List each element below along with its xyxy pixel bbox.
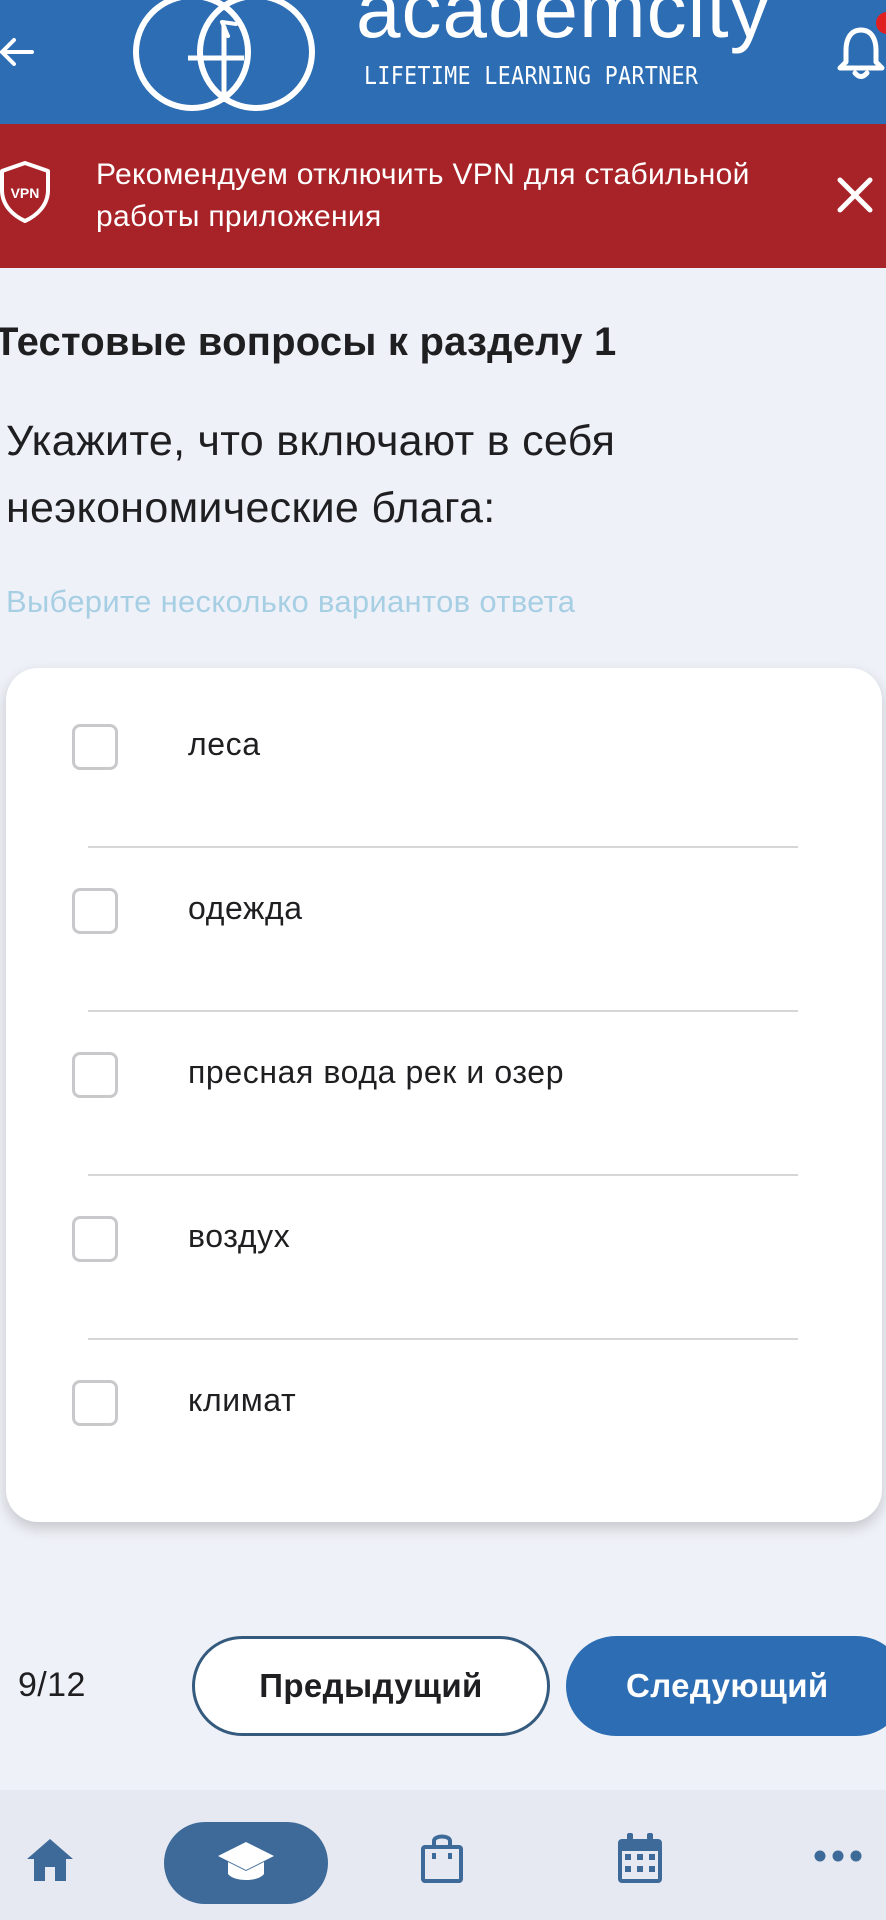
next-button[interactable]: Следующий	[566, 1636, 886, 1736]
back-arrow-icon	[0, 38, 34, 66]
question-text: Укажите, что включают в себя неэкономиче…	[6, 417, 616, 532]
graduation-cap-icon	[218, 1842, 274, 1880]
home-icon	[27, 1839, 73, 1881]
answer-option[interactable]: пресная вода рек и озер	[6, 996, 882, 1160]
bottom-navigation	[0, 1790, 886, 1920]
calendar-icon	[618, 1833, 662, 1883]
question-progress: 9/12	[18, 1666, 86, 1704]
back-button[interactable]	[0, 22, 40, 82]
answer-checkbox[interactable]	[72, 1380, 118, 1426]
nav-calendar[interactable]	[610, 1828, 670, 1888]
more-dots-icon	[814, 1850, 862, 1862]
answer-label: воздух	[188, 1218, 291, 1254]
answer-option[interactable]: леса	[6, 668, 882, 832]
close-icon	[837, 177, 873, 213]
answer-hint: Выберите несколько вариантов ответа	[6, 584, 576, 619]
answer-checkbox[interactable]	[72, 724, 118, 770]
nav-more[interactable]	[808, 1832, 868, 1880]
answer-option[interactable]: воздух	[6, 1160, 882, 1324]
vpn-warning-banner: VPN Рекомендуем отключить VPN для стабил…	[0, 124, 886, 268]
notifications-button[interactable]	[836, 22, 886, 86]
section-title: Тестовые вопросы к разделу 1	[0, 320, 617, 364]
vpn-icon-label: VPN	[11, 185, 40, 201]
app-header: academcity LIFETIME LEARNING PARTNER	[0, 0, 886, 124]
answer-checkbox[interactable]	[72, 1052, 118, 1098]
nav-courses[interactable]	[164, 1822, 328, 1904]
vpn-shield-icon: VPN	[0, 161, 50, 223]
logo-tagline: LIFETIME LEARNING PARTNER	[364, 61, 699, 90]
shopping-bag-icon	[421, 1834, 463, 1883]
academcity-logo-mark[interactable]	[128, 0, 324, 116]
logo-wordmark: academcity	[356, 0, 771, 54]
answer-checkbox[interactable]	[72, 1216, 118, 1262]
vpn-banner-message: Рекомендуем отключить VPN для стабильной…	[96, 158, 750, 233]
answer-label: климат	[188, 1382, 297, 1418]
answer-option[interactable]: климат	[6, 1324, 882, 1488]
nav-home[interactable]	[20, 1830, 80, 1890]
app-screen: academcity LIFETIME LEARNING PARTNER VPN…	[0, 0, 886, 1920]
answer-label: леса	[188, 726, 261, 762]
answers-card: леса одежда пресная вода рек и озер возд…	[6, 668, 882, 1522]
previous-button[interactable]: Предыдущий	[192, 1636, 550, 1736]
answer-checkbox[interactable]	[72, 888, 118, 934]
answer-label: одежда	[188, 890, 303, 926]
answer-label: пресная вода рек и озер	[188, 1054, 565, 1090]
answer-option[interactable]: одежда	[6, 832, 882, 996]
nav-shop[interactable]	[414, 1828, 470, 1888]
vpn-banner-close-button[interactable]	[830, 170, 880, 220]
